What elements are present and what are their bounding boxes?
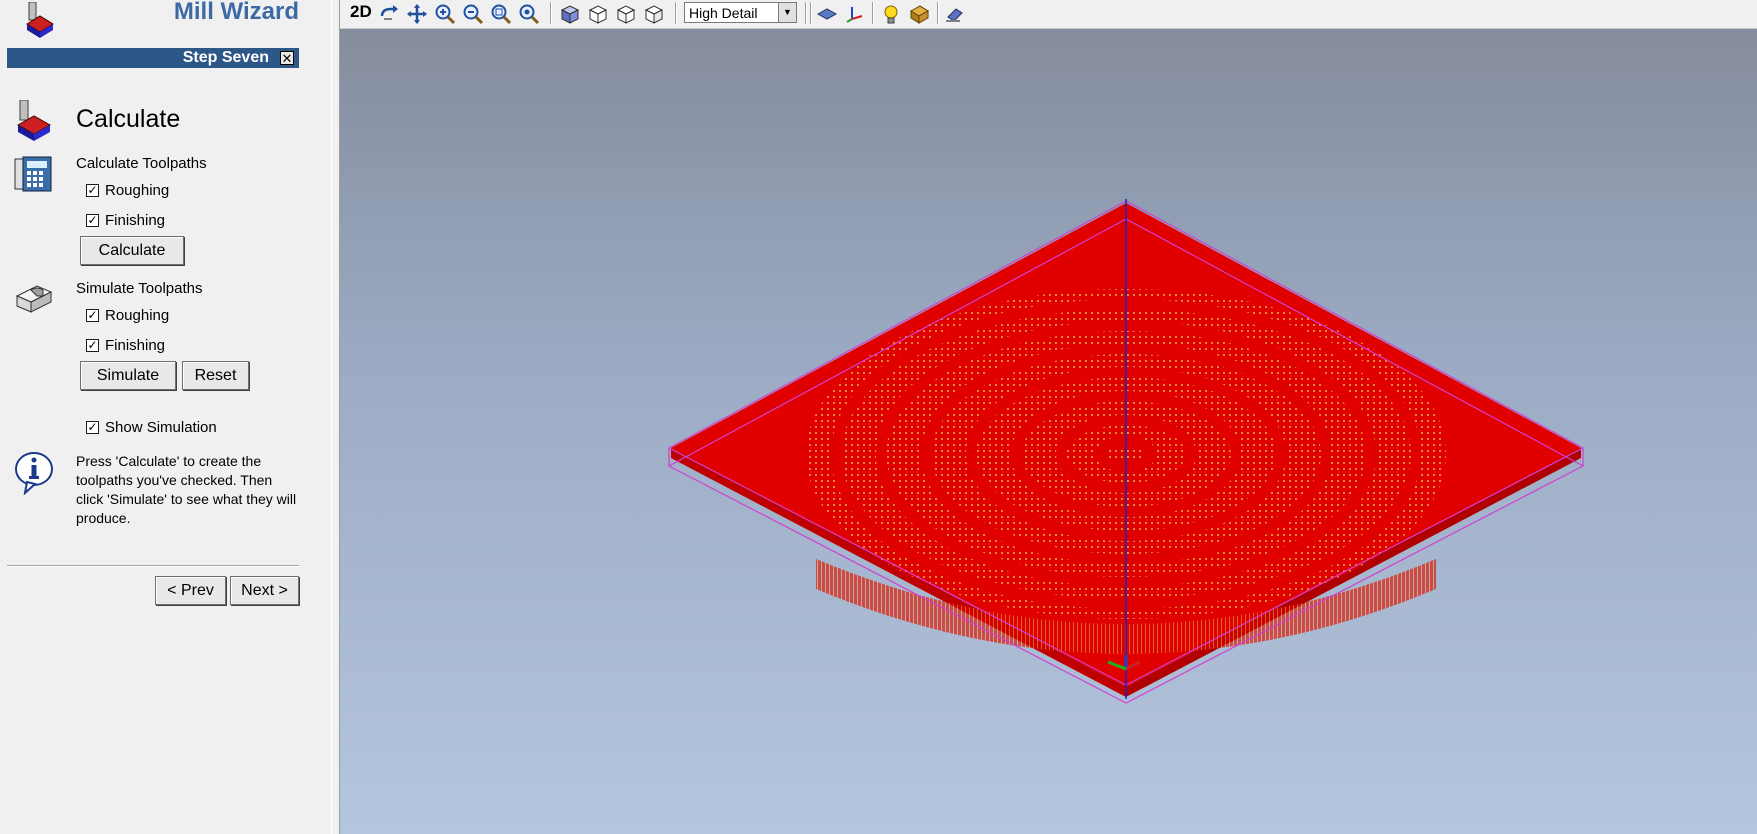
zoom-fit-icon[interactable] xyxy=(518,3,540,25)
zoom-out-icon[interactable] xyxy=(462,3,484,25)
calc-finishing-checkbox[interactable]: ✓ xyxy=(86,214,99,227)
sim-roughing-label: Roughing xyxy=(105,307,170,324)
prev-button[interactable]: < Prev xyxy=(155,576,226,605)
sim-finishing-label: Finishing xyxy=(105,337,166,354)
help-text: Press 'Calculate' to create the toolpath… xyxy=(76,453,297,526)
rotate-icon[interactable] xyxy=(378,3,400,25)
eraser-icon[interactable] xyxy=(944,3,966,25)
toolbar-separator xyxy=(675,2,677,24)
simulate-button[interactable]: Simulate xyxy=(80,361,176,390)
simulate-toolpaths-heading: Simulate Toolpaths xyxy=(76,280,203,297)
simulate-block-icon xyxy=(15,285,53,313)
toolbar-separator xyxy=(937,2,939,24)
toolbar-separator xyxy=(872,2,874,24)
calculate-toolpaths-heading: Calculate Toolpaths xyxy=(76,155,207,172)
section-title: Calculate xyxy=(76,105,181,133)
chevron-down-icon[interactable]: ▼ xyxy=(778,3,796,22)
calculator-icon xyxy=(14,156,52,192)
zoom-window-icon[interactable] xyxy=(490,3,512,25)
calc-roughing-checkbox[interactable]: ✓ xyxy=(86,184,99,197)
pan-icon[interactable] xyxy=(406,3,428,25)
calc-finishing-label: Finishing xyxy=(105,212,166,229)
wizard-title: Mill Wizard xyxy=(173,0,299,25)
light-icon[interactable] xyxy=(880,3,902,25)
iso-view-icon[interactable] xyxy=(559,3,581,25)
next-button[interactable]: Next > xyxy=(230,576,299,605)
step-label: Step Seven xyxy=(182,49,269,66)
mill-logo-icon xyxy=(26,2,54,38)
front-view-icon[interactable] xyxy=(587,3,609,25)
reset-button[interactable]: Reset xyxy=(182,361,249,390)
zoom-in-icon[interactable] xyxy=(434,3,456,25)
side-view-icon[interactable] xyxy=(643,3,665,25)
sim-roughing-checkbox[interactable]: ✓ xyxy=(86,309,99,322)
info-icon xyxy=(15,452,53,495)
show-simulation-label: Show Simulation xyxy=(105,419,217,436)
toolpath-render xyxy=(667,199,1585,704)
panel-divider xyxy=(7,565,299,567)
detail-level-value: High Detail xyxy=(689,5,758,21)
sim-finishing-checkbox[interactable]: ✓ xyxy=(86,339,99,352)
plane-icon[interactable] xyxy=(816,3,838,25)
material-icon[interactable] xyxy=(908,3,930,25)
3d-viewport[interactable] xyxy=(340,29,1757,834)
panel-splitter[interactable] xyxy=(331,0,340,834)
toolbar-separator xyxy=(550,2,552,24)
step-header-bar: Step Seven ✕ xyxy=(7,48,299,68)
axes-icon[interactable] xyxy=(844,3,866,25)
toolbar-separator xyxy=(805,2,807,24)
close-step-button[interactable]: ✕ xyxy=(280,51,294,65)
calc-roughing-label: Roughing xyxy=(105,182,170,199)
view-toolbar: 2D High Detail ▼ xyxy=(340,0,1757,29)
mode-2d-button[interactable]: 2D xyxy=(350,2,372,22)
calculate-button[interactable]: Calculate xyxy=(80,236,184,265)
mill-section-icon xyxy=(16,100,52,141)
show-simulation-checkbox[interactable]: ✓ xyxy=(86,421,99,434)
toolbar-separator xyxy=(810,2,812,24)
top-view-icon[interactable] xyxy=(615,3,637,25)
detail-level-select[interactable]: High Detail ▼ xyxy=(684,2,797,23)
mill-wizard-panel: Mill Wizard Step Seven ✕ Calculate Calcu… xyxy=(0,0,331,834)
